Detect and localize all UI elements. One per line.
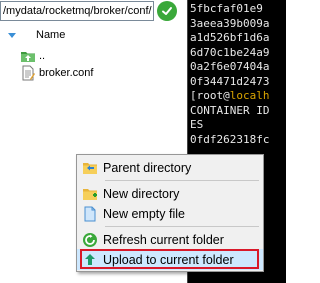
menu-separator (105, 226, 259, 227)
list-item-label: .. (39, 50, 46, 62)
parent-folder-icon (20, 48, 36, 64)
menu-item-upload-to-current-folder[interactable]: Upload to current folder (77, 249, 263, 270)
refresh-icon (82, 232, 98, 248)
menu-item-new-directory[interactable]: New directory (77, 183, 263, 204)
sort-triangle-icon (8, 32, 16, 38)
go-button[interactable] (157, 1, 177, 21)
terminal-line: ES (190, 118, 204, 131)
context-menu: Parent directory New directory New empty… (76, 154, 264, 272)
terminal-host: localh (229, 89, 270, 102)
list-item-label: broker.conf (39, 67, 94, 79)
terminal-line: a1d526bf1d6a (190, 31, 270, 44)
path-input[interactable]: /mydata/rocketmq/broker/conf/ (0, 1, 154, 21)
terminal-line: CONTAINER ID (190, 103, 270, 117)
menu-item-refresh-current-folder[interactable]: Refresh current folder (77, 229, 263, 250)
terminal-line: 0f34471d2473 (190, 74, 270, 88)
menu-item-label: Upload to current folder (103, 252, 234, 267)
terminal-line: 5fbcfaf01e9 (190, 2, 263, 15)
new-folder-icon (82, 186, 98, 202)
menu-item-new-empty-file[interactable]: New empty file (77, 203, 263, 224)
name-column-header[interactable]: Name (8, 27, 65, 43)
upload-icon (82, 252, 98, 268)
menu-item-parent-directory[interactable]: Parent directory (77, 157, 263, 178)
parent-directory-icon (82, 160, 98, 176)
terminal-line: 0fdf262318fc (190, 132, 270, 146)
terminal-prompt-line: [root@localh (188, 89, 286, 104)
menu-item-label: New empty file (103, 206, 185, 221)
menu-item-label: Refresh current folder (103, 232, 224, 247)
list-item-file[interactable]: broker.conf (20, 64, 93, 82)
menu-item-label: Parent directory (103, 160, 192, 175)
column-header-label: Name (36, 29, 66, 41)
terminal-line: 6d70c1be24a9 (190, 45, 270, 59)
check-icon (161, 5, 173, 17)
new-file-icon (82, 206, 98, 222)
terminal-prompt: [root@ (190, 89, 230, 102)
terminal-line: 0a2f6e07404a (190, 60, 270, 73)
text-file-icon (20, 65, 36, 81)
menu-separator (105, 180, 259, 181)
path-bar: /mydata/rocketmq/broker/conf/ (0, 0, 187, 22)
menu-item-label: New directory (103, 186, 180, 201)
terminal-line: 3aeea39b009a (190, 16, 270, 30)
list-item-parent[interactable]: .. (20, 47, 45, 65)
